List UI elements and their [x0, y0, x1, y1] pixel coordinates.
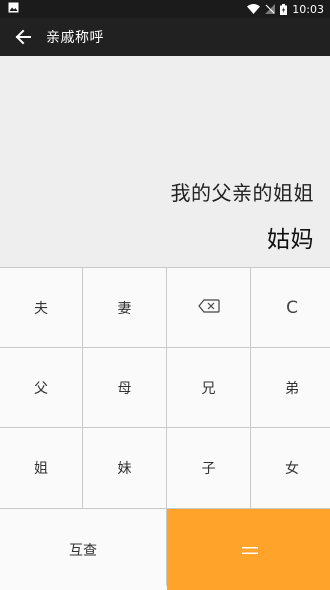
key-wife[interactable]: 妻 — [83, 268, 166, 347]
keypad: 夫 妻 C 父 母 兄 弟 姐 妹 子 女 互查 ＝ — [0, 267, 330, 590]
signal-off-icon — [265, 4, 276, 14]
image-icon — [8, 2, 19, 16]
backspace-icon — [197, 298, 220, 317]
key-son[interactable]: 子 — [167, 428, 250, 508]
key-younger-brother[interactable]: 弟 — [251, 348, 330, 427]
page-title: 亲戚称呼 — [46, 30, 104, 46]
status-bar: 10:03 — [0, 0, 330, 18]
arrow-left-icon[interactable] — [12, 26, 34, 48]
expression-text: 我的父亲的姐姐 — [170, 181, 314, 205]
app-bar: 亲戚称呼 — [0, 18, 330, 56]
key-elder-brother[interactable]: 兄 — [167, 348, 250, 427]
key-mother[interactable]: 母 — [83, 348, 166, 427]
key-husband[interactable]: 夫 — [0, 268, 82, 347]
status-time: 10:03 — [292, 2, 324, 16]
equals-button[interactable]: ＝ — [167, 509, 330, 590]
key-daughter[interactable]: 女 — [251, 428, 330, 508]
mutual-lookup-button[interactable]: 互查 — [0, 509, 166, 590]
clear-button[interactable]: C — [251, 268, 330, 347]
display-panel: 我的父亲的姐姐 姑妈 — [0, 56, 330, 267]
key-younger-sister[interactable]: 妹 — [83, 428, 166, 508]
result-text: 姑妈 — [267, 227, 314, 253]
key-elder-sister[interactable]: 姐 — [0, 428, 82, 508]
wifi-icon — [247, 4, 261, 14]
battery-icon — [280, 3, 288, 15]
key-father[interactable]: 父 — [0, 348, 82, 427]
backspace-button[interactable] — [167, 268, 250, 347]
